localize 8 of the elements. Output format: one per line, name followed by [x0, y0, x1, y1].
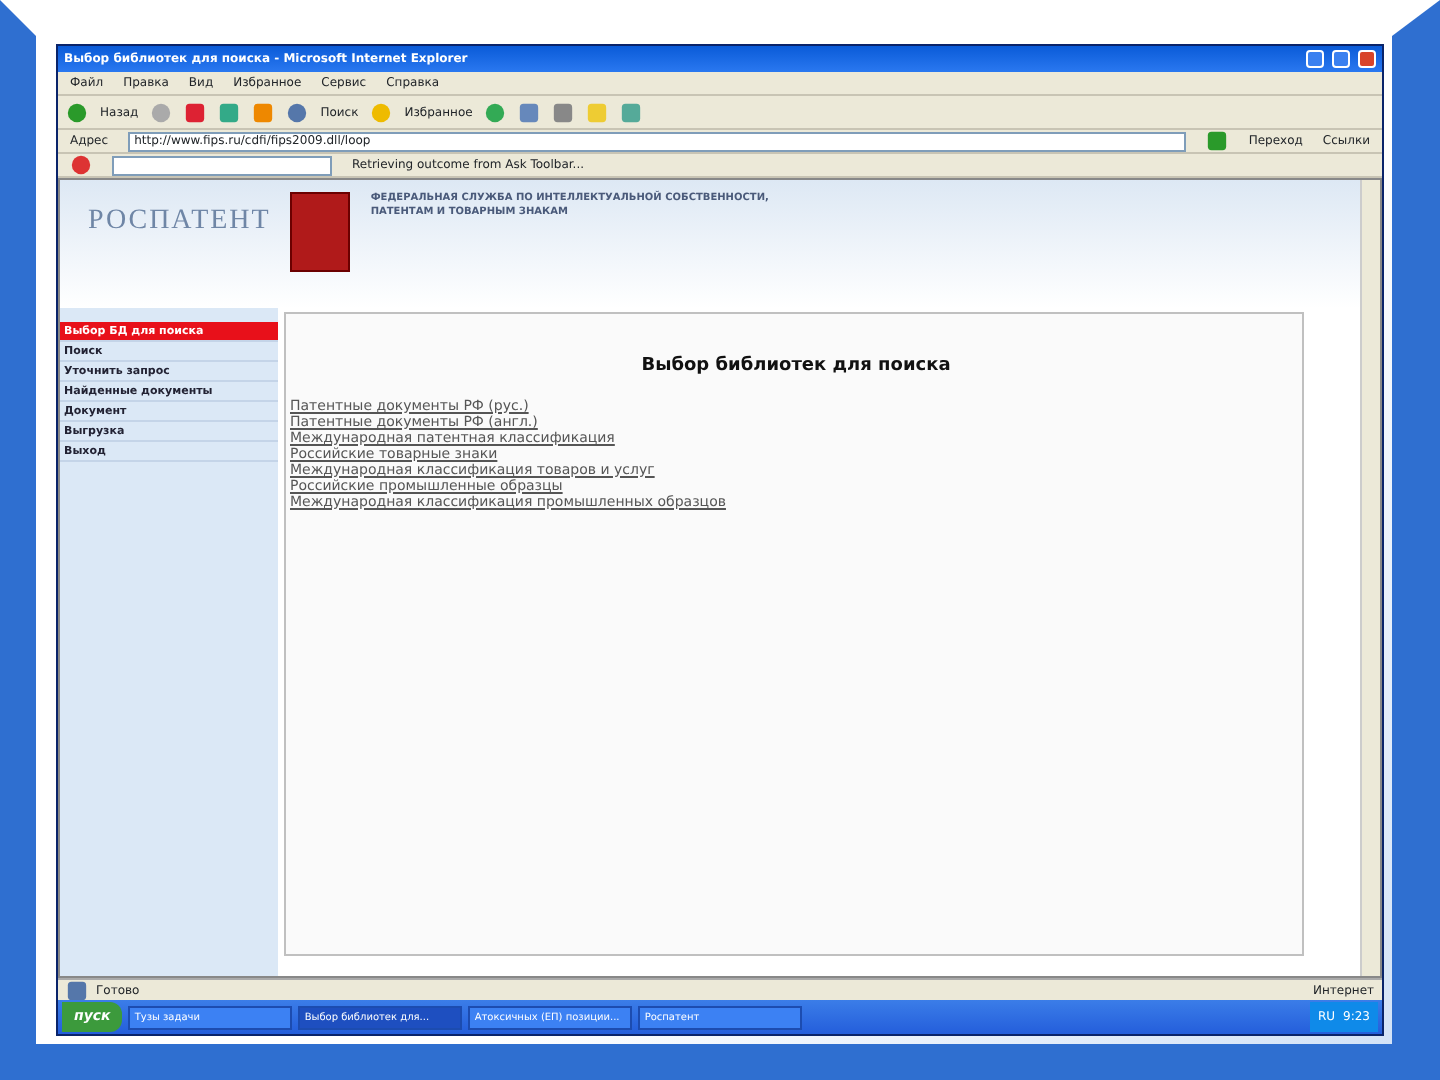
minimize-button[interactable]: [1306, 50, 1324, 68]
ask-search-field[interactable]: [112, 155, 332, 175]
emblem-drawing: [290, 192, 351, 272]
close-button[interactable]: [1358, 50, 1376, 68]
page-heading: Выбор библиотек для поиска: [639, 354, 953, 380]
maximize-button[interactable]: [1332, 50, 1350, 68]
scrollbar[interactable]: [1360, 180, 1380, 976]
site-logo: РОСПАТЕНТ: [88, 204, 271, 240]
